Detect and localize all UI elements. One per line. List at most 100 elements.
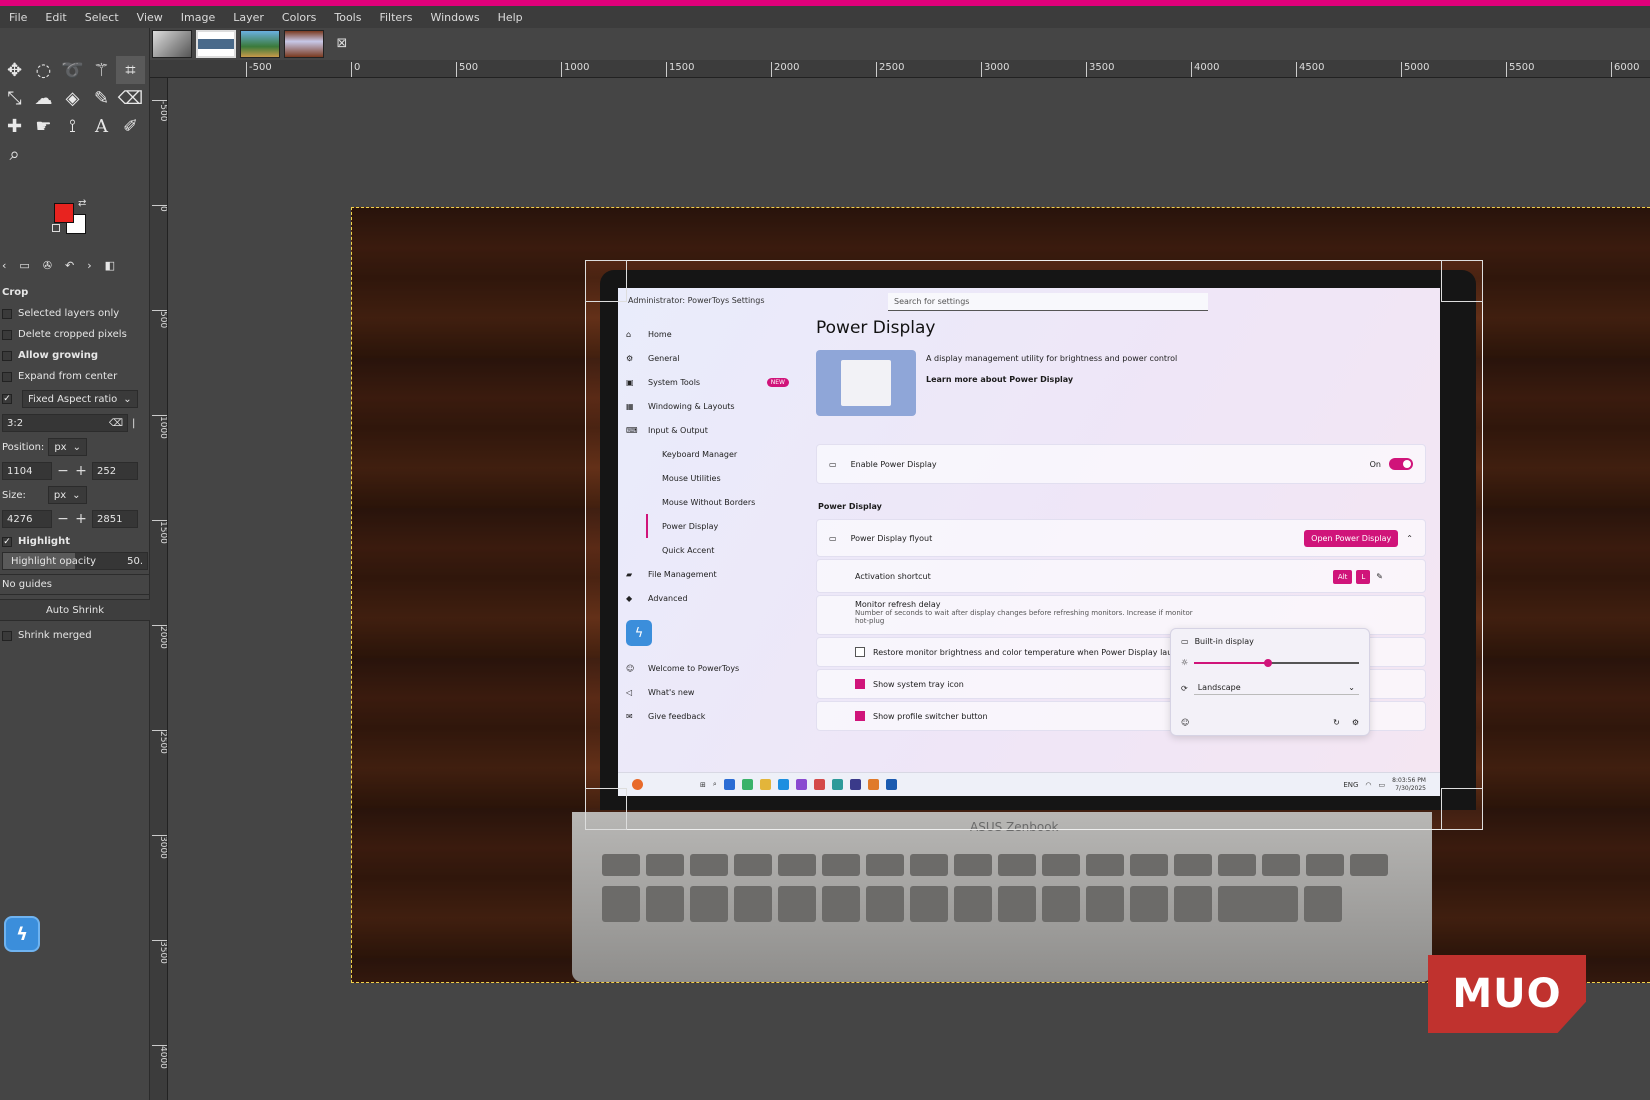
minus-icon[interactable]: − xyxy=(56,511,70,527)
guides-select[interactable]: No guides xyxy=(0,574,150,595)
ruler-tick-label: 0 xyxy=(152,205,167,212)
clear-icon[interactable]: ⌫ xyxy=(109,418,123,429)
position-values-row: 1104 − + 252 xyxy=(0,459,150,483)
crop-shade-left xyxy=(352,260,585,830)
chevron-down-icon: ⌄ xyxy=(72,489,81,501)
move-tool-icon[interactable]: ✥ xyxy=(0,56,29,84)
checkbox[interactable] xyxy=(2,308,12,319)
size-height-input[interactable]: 2851 xyxy=(92,510,138,528)
position-label-row: Position: px ⌄ xyxy=(0,435,150,459)
chevron-right-icon[interactable]: › xyxy=(87,259,91,272)
checkbox[interactable] xyxy=(2,630,12,641)
expand-from-center-option[interactable]: Expand from center xyxy=(0,366,150,387)
menu-layer[interactable]: Layer xyxy=(224,11,273,24)
ruler-tick-label: 2000 xyxy=(771,62,799,77)
highlight-option[interactable]: ✓ Highlight xyxy=(0,531,150,552)
size-label-row: Size: px ⌄ xyxy=(0,483,150,507)
transform-icon[interactable]: ⤡ xyxy=(0,84,29,112)
delete-cropped-pixels-option[interactable]: Delete cropped pixels xyxy=(0,324,150,345)
horizontal-ruler[interactable]: -500 0 500 1000 1500 2000 2500 3000 3500 4000 4500… xyxy=(158,60,1650,78)
reset-colors-icon[interactable] xyxy=(52,224,60,232)
fuzzy-select-icon[interactable]: ⚚ xyxy=(87,56,116,84)
laptop-keyboard: ASUS Zenbook xyxy=(572,812,1432,982)
key-row xyxy=(602,886,1342,922)
swap-colors-icon[interactable]: ⇄ xyxy=(78,198,86,209)
checkbox-checked[interactable]: ✓ xyxy=(2,536,12,547)
minus-icon[interactable]: − xyxy=(56,463,70,479)
allow-growing-option[interactable]: Allow growing xyxy=(0,345,150,366)
auto-shrink-button[interactable]: Auto Shrink xyxy=(0,599,150,621)
image-tab-1[interactable] xyxy=(152,30,192,58)
menu-select[interactable]: Select xyxy=(76,11,128,24)
highlight-opacity-slider[interactable]: Highlight opacity 50. xyxy=(2,552,148,570)
shrink-merged-option[interactable]: Shrink merged xyxy=(0,625,150,646)
plus-icon[interactable]: + xyxy=(74,463,88,479)
crop-shade-right xyxy=(1483,260,1650,830)
smudge-icon[interactable]: ☛ xyxy=(29,112,58,140)
ruler-tick-label: 1000 xyxy=(561,62,589,77)
selected-layers-only-option[interactable]: Selected layers only xyxy=(0,303,150,324)
menu-edit[interactable]: Edit xyxy=(36,11,75,24)
position-y-input[interactable]: 252 xyxy=(92,462,138,480)
slider-value: 50. xyxy=(127,556,143,567)
menu-windows[interactable]: Windows xyxy=(421,11,488,24)
muo-watermark: MUO xyxy=(1428,955,1586,1033)
select-value: No guides xyxy=(2,579,52,590)
chain-icon[interactable]: | xyxy=(132,418,135,429)
menu-help[interactable]: Help xyxy=(489,11,532,24)
position-x-input[interactable]: 1104 xyxy=(2,462,52,480)
text-tool-icon[interactable]: A xyxy=(87,112,116,140)
image-tab-2[interactable] xyxy=(196,30,236,58)
paths-icon[interactable]: ⟟ xyxy=(58,112,87,140)
heal-icon[interactable]: ✚ xyxy=(0,112,29,140)
checkbox[interactable] xyxy=(2,350,12,361)
color-picker-icon[interactable]: ✐ xyxy=(116,112,145,140)
checkbox[interactable] xyxy=(2,329,12,340)
dock-tabs: ‹ ▭ ✇ ↶ › ◧ xyxy=(0,256,150,274)
position-unit-select[interactable]: px ⌄ xyxy=(48,438,87,456)
zoom-icon[interactable]: ⌕ xyxy=(0,140,29,168)
crop-handle-top-right[interactable] xyxy=(1441,260,1483,302)
canvas-image[interactable]: ASUS Zenbook Administrator: PowerToys Se… xyxy=(351,207,1650,983)
crop-handle-top-left[interactable] xyxy=(585,260,627,302)
device-status-tab-icon[interactable]: ✇ xyxy=(43,259,52,272)
menu-file[interactable]: File xyxy=(0,11,36,24)
size-label: Size: xyxy=(2,489,26,501)
plus-icon[interactable]: + xyxy=(74,511,88,527)
option-label: Delete cropped pixels xyxy=(18,329,127,340)
lasso-icon[interactable]: ➰ xyxy=(58,56,87,84)
undo-history-tab-icon[interactable]: ↶ xyxy=(65,259,74,272)
image-tab-4[interactable] xyxy=(284,30,324,58)
close-icon[interactable]: ⊠ xyxy=(334,36,350,52)
menu-tools[interactable]: Tools xyxy=(325,11,370,24)
warp-icon[interactable]: ☁ xyxy=(29,84,58,112)
checkbox[interactable] xyxy=(2,371,12,382)
foreground-color-swatch[interactable] xyxy=(54,203,74,223)
dock-menu-icon[interactable]: ◧ xyxy=(105,259,115,272)
eraser-icon[interactable]: ⌫ xyxy=(116,84,145,112)
crop-handle-bottom-left[interactable] xyxy=(585,788,627,830)
menu-view[interactable]: View xyxy=(128,11,172,24)
tool-options-tab-icon[interactable]: ▭ xyxy=(19,259,29,272)
fixed-mode-select[interactable]: Fixed Aspect ratio ⌄ xyxy=(22,390,138,408)
crop-tool-icon[interactable]: ⌗ xyxy=(116,56,145,84)
size-width-input[interactable]: 4276 xyxy=(2,510,52,528)
aspect-ratio-input[interactable]: 3:2 ⌫ xyxy=(2,414,128,432)
size-unit-select[interactable]: px ⌄ xyxy=(47,486,87,504)
bucket-fill-icon[interactable]: ◈ xyxy=(58,84,87,112)
crop-rectangle[interactable] xyxy=(585,260,1483,830)
powertoys-icon[interactable]: ϟ xyxy=(4,916,40,952)
ruler-tick-label: 0 xyxy=(351,62,360,77)
paintbrush-icon[interactable]: ✎ xyxy=(87,84,116,112)
crop-handle-bottom-right[interactable] xyxy=(1441,788,1483,830)
checkbox-checked[interactable]: ✓ xyxy=(2,394,12,404)
menu-image[interactable]: Image xyxy=(172,11,224,24)
menubar: File Edit Select View Image Layer Colors Tools F… xyxy=(0,6,1650,28)
ellipse-select-icon[interactable]: ◌ xyxy=(29,56,58,84)
vertical-ruler[interactable]: -500 0 500 1000 1500 2000 2500 3000 3500 4000 xyxy=(150,78,168,1100)
menu-filters[interactable]: Filters xyxy=(370,11,421,24)
button-label: Auto Shrink xyxy=(45,604,105,616)
chevron-left-icon[interactable]: ‹ xyxy=(2,259,6,272)
menu-colors[interactable]: Colors xyxy=(273,11,325,24)
image-tab-3[interactable] xyxy=(240,30,280,58)
